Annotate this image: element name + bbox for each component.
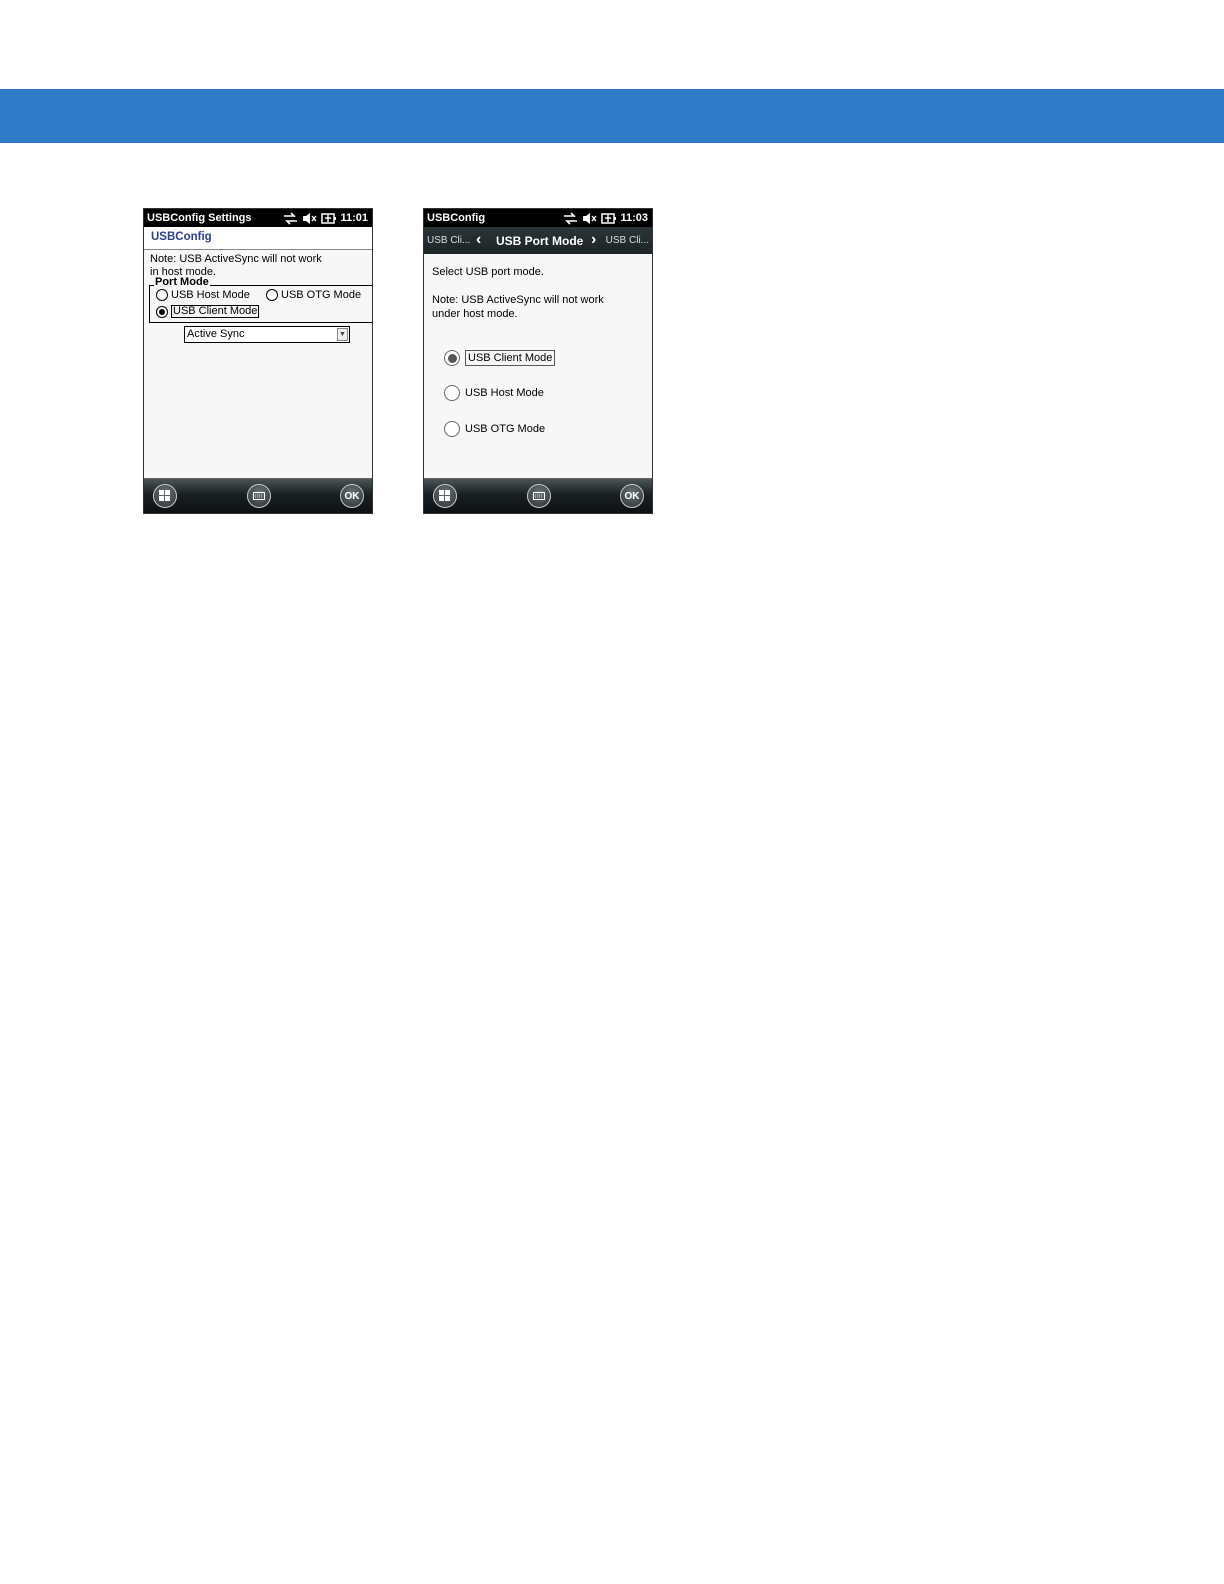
nav-prev-page[interactable]: USB Cli... (427, 235, 470, 246)
radio-usb-otg-mode[interactable]: USB OTG Mode (444, 421, 545, 437)
status-title: USBConfig Settings (147, 212, 252, 224)
chevron-left-icon[interactable]: ‹ (476, 231, 481, 249)
keyboard-icon[interactable] (527, 484, 551, 508)
status-bar: USBConfig 11:03 (424, 209, 652, 227)
app-header: USBConfig (144, 227, 372, 250)
radio-label: USB Client Mode (465, 350, 556, 366)
page-navigation-bar: USB Cli... ‹ USB Port Mode › USB Cli... (424, 227, 652, 254)
ok-button[interactable]: OK (620, 484, 644, 508)
taskbar: OK (144, 478, 372, 513)
nav-next-page[interactable]: USB Cli... (606, 235, 649, 246)
connectivity-icon[interactable] (283, 211, 298, 225)
chevron-right-icon[interactable]: › (591, 231, 596, 249)
radio-usb-client-mode[interactable]: USB Client Mode (156, 305, 260, 318)
radio-button-selected-icon[interactable] (444, 350, 460, 366)
port-mode-label: Port Mode (154, 276, 210, 289)
radio-label: USB Client Mode (171, 305, 260, 318)
ok-button[interactable]: OK (340, 484, 364, 508)
radio-button-selected-icon[interactable] (156, 305, 168, 318)
connectivity-icon[interactable] (563, 211, 578, 225)
taskbar: OK (424, 478, 652, 513)
note-line-1: Note: USB ActiveSync will not work (150, 253, 322, 265)
status-bar: USBConfig Settings 11:01 (144, 209, 372, 227)
radio-label: USB Host Mode (465, 387, 544, 399)
chevron-down-icon[interactable]: ▼ (337, 328, 348, 341)
radio-label: USB Host Mode (171, 289, 250, 301)
mode-dropdown[interactable]: Active Sync ▼ (184, 326, 350, 343)
clock: 11:03 (620, 212, 648, 224)
radio-usb-otg-mode[interactable]: USB OTG Mode (266, 289, 361, 301)
dropdown-value: Active Sync (187, 328, 245, 340)
note-line-2: under host mode. (432, 308, 518, 320)
nav-current-page: USB Port Mode (496, 234, 584, 248)
usbconfig-settings-screen: USBConfig Settings 11:01 USBConfig Note:… (143, 208, 373, 514)
keyboard-icon[interactable] (247, 484, 271, 508)
windows-start-icon[interactable] (433, 484, 457, 508)
speaker-muted-icon[interactable] (302, 212, 318, 225)
radio-label: USB OTG Mode (281, 289, 362, 301)
usb-port-mode-screen: USBConfig 11:03 USB Cli... ‹ USB Port Mo… (423, 208, 653, 514)
header-banner (0, 89, 1224, 143)
radio-button-icon[interactable] (156, 289, 168, 301)
radio-button-icon[interactable] (266, 289, 278, 301)
status-title: USBConfig (427, 212, 486, 224)
clock: 11:01 (340, 212, 368, 224)
radio-usb-host-mode[interactable]: USB Host Mode (156, 289, 250, 301)
note-line-1: Note: USB ActiveSync will not work (432, 294, 604, 306)
radio-button-icon[interactable] (444, 421, 460, 437)
instruction-text: Select USB port mode. (432, 266, 544, 278)
battery-charging-icon[interactable] (601, 212, 617, 225)
radio-button-icon[interactable] (444, 385, 460, 401)
battery-charging-icon[interactable] (321, 212, 337, 225)
radio-label: USB OTG Mode (465, 423, 546, 435)
app-title: USBConfig (151, 231, 212, 243)
radio-usb-host-mode[interactable]: USB Host Mode (444, 385, 544, 401)
radio-usb-client-mode[interactable]: USB Client Mode (444, 350, 556, 366)
speaker-muted-icon[interactable] (582, 212, 598, 225)
windows-start-icon[interactable] (153, 484, 177, 508)
